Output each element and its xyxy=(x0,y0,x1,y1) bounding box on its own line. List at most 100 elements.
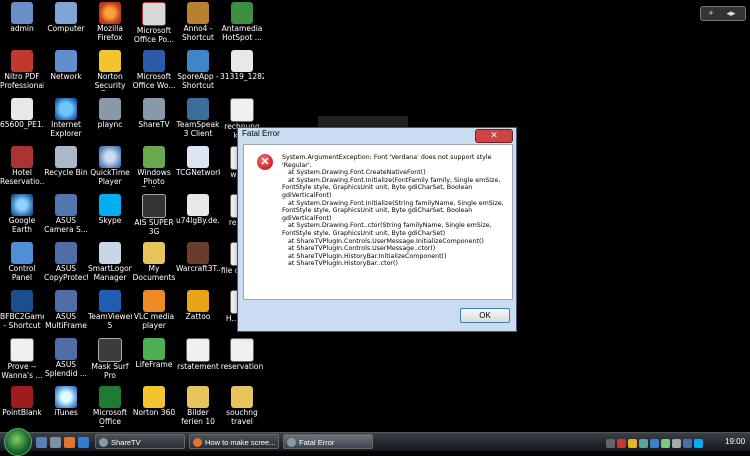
desktop-icon-label: ASUS Splendid ... xyxy=(44,361,88,378)
zattoo-icon xyxy=(187,290,209,312)
error-icon: ✕ xyxy=(257,154,273,170)
add-gadget-button[interactable]: + xyxy=(701,7,721,19)
document-icon xyxy=(11,98,33,120)
desktop-icon-zattoo[interactable]: Zattoo xyxy=(176,288,220,336)
desktop-icon-itunes[interactable]: iTunes xyxy=(44,384,88,432)
language-icon[interactable] xyxy=(683,439,692,449)
ok-button[interactable]: OK xyxy=(460,308,510,323)
desktop-icon-teamspeak[interactable]: TeamSpeak 3 Client xyxy=(176,96,220,144)
desktop-icon-norton360[interactable]: Norton 360 xyxy=(132,384,176,432)
desktop-icon-label: 31319_1282... xyxy=(220,73,264,81)
desktop-icon-lifeframe[interactable]: LifeFrame xyxy=(132,336,176,384)
norton-tray-icon[interactable] xyxy=(628,439,637,449)
gadget-nav-button[interactable]: ◂▸ xyxy=(721,7,741,19)
desktop-icon-tcgnetwork[interactable]: TCGNetwork xyxy=(176,144,220,192)
desktop-icon-file31319[interactable]: 31319_1282... xyxy=(220,48,264,96)
firefox-icon[interactable] xyxy=(64,437,75,448)
desktop-icon-reservation[interactable]: reservation xyxy=(220,336,264,384)
desktop-icon-label: Prove -- Wanna's ... xyxy=(1,363,43,380)
dialog-close-button[interactable]: ✕ xyxy=(475,129,513,143)
error-line: at ShareTVPlugIn.Controls.UserMessage.In… xyxy=(282,237,484,245)
desktop-icon-photo-gallery[interactable]: Windows Photo Galle... xyxy=(132,144,176,192)
ie-icon[interactable] xyxy=(78,437,89,448)
start-orb-button[interactable] xyxy=(4,428,32,456)
desktop-icon-label: Recycle Bin xyxy=(44,169,88,177)
desktop-icon-google-earth[interactable]: Google Earth xyxy=(0,192,44,240)
excel-icon xyxy=(99,386,121,408)
desktop-icon-spore[interactable]: SporeApp - Shortcut xyxy=(176,48,220,96)
desktop-icon-label: Control Panel xyxy=(8,265,36,282)
desktop-icon-recycle[interactable]: Recycle Bin xyxy=(44,144,88,192)
desktop-icon-file65600[interactable]: 65600_PE1... xyxy=(0,96,44,144)
desktop-icon-prove[interactable]: Prove -- Wanna's ... xyxy=(0,336,44,384)
asus-icon xyxy=(55,338,77,360)
desktop-icon-bilder[interactable]: Bilder ferien 10 xyxy=(176,384,220,432)
switch-windows-icon[interactable] xyxy=(50,437,61,448)
desktop-icon-label: souchng travel xyxy=(226,409,258,426)
taskbar-button-label: How to make scree... xyxy=(205,438,276,447)
desktop-icon-nitro[interactable]: Nitro PDF Professional xyxy=(0,48,44,96)
desktop-icon-asus-camera[interactable]: ASUS Camera S... xyxy=(44,192,88,240)
warcraft-icon xyxy=(187,242,209,264)
desktop-icon-mask-surf[interactable]: Mask Surf Pro xyxy=(88,336,132,384)
desktop-icon-computer[interactable]: Computer xyxy=(44,0,88,48)
desktop-icon-warcraft[interactable]: Warcraft3T... xyxy=(176,240,220,288)
desktop-icon-label: Hotel Reservatio... xyxy=(0,169,44,186)
user-folder-icon xyxy=(11,2,33,24)
desktop-icon-label: ShareTV xyxy=(138,121,170,129)
desktop-icon-antamedia[interactable]: Antamedia HotSpot ... xyxy=(220,0,264,48)
desktop-icon-asus-copy[interactable]: ASUS CopyProtect xyxy=(44,240,88,288)
desktop-icon-vlc[interactable]: VLC media player xyxy=(132,288,176,336)
desktop-icon-asus-splendid[interactable]: ASUS Splendid ... xyxy=(44,336,88,384)
desktop-icon-quicktime[interactable]: QuickTime Player xyxy=(88,144,132,192)
desktop-icon-ie[interactable]: Internet Explorer xyxy=(44,96,88,144)
taskbar: ShareTV How to make scree... Fatal Error 1… xyxy=(0,428,750,456)
desktop-icon-office-po[interactable]: Microsoft Office Po... xyxy=(132,0,176,48)
desktop-icon-plaync[interactable]: plaync xyxy=(88,96,132,144)
desktop-icon-ais-super[interactable]: AIS SUPER 3G xyxy=(132,192,176,240)
desktop-icon-anno4[interactable]: Anno4 - Shortcut xyxy=(176,0,220,48)
network-tray-icon[interactable] xyxy=(639,439,648,449)
spore-icon xyxy=(187,50,209,72)
desktop-icon-rstatement[interactable]: rstatement xyxy=(176,336,220,384)
power-icon[interactable] xyxy=(661,439,670,449)
desktop-icon-my-documents[interactable]: My Documents xyxy=(132,240,176,288)
desktop-icon-smartlogon[interactable]: SmartLogon Manager xyxy=(88,240,132,288)
sharetv-icon xyxy=(99,438,108,447)
desktop-icon-label: Bilder ferien 10 xyxy=(181,409,215,426)
desktop-icon-bfbc2[interactable]: BFBC2Game - Shortcut xyxy=(0,288,44,336)
desktop-icon-label: VLC media player xyxy=(133,313,175,330)
desktop-icon-teamviewer[interactable]: TeamViewer 5 xyxy=(88,288,132,336)
desktop-icon-souchng[interactable]: souchng travel xyxy=(220,384,264,432)
security-icon[interactable] xyxy=(617,439,626,449)
desktop-icon-hotel[interactable]: Hotel Reservatio... xyxy=(0,144,44,192)
document-icon xyxy=(230,98,254,122)
desktop-icon-office-wo[interactable]: Microsoft Office Wo... xyxy=(132,48,176,96)
desktop-icon-asus-multi[interactable]: ASUS MultiFrame xyxy=(44,288,88,336)
desktop-icon-pointblank[interactable]: PointBlank xyxy=(0,384,44,432)
desktop-icon-u74lg[interactable]: u74lgBy.de... xyxy=(176,192,220,240)
clock: 19:00 xyxy=(725,437,746,446)
desktop-icon-firefox[interactable]: Mozilla Firefox xyxy=(88,0,132,48)
desktop-icon-norton-scan[interactable]: Norton Security Scan xyxy=(88,48,132,96)
taskbar-button[interactable]: Fatal Error xyxy=(283,434,373,449)
volume-icon[interactable] xyxy=(672,439,681,449)
desktop-icon-skype[interactable]: Skype xyxy=(88,192,132,240)
camera-icon xyxy=(55,194,77,216)
desktop-icon-office-exc[interactable]: Microsoft Office Exc... xyxy=(88,384,132,432)
desktop-icon-label: Nitro PDF Professional xyxy=(0,73,44,90)
show-desktop-icon[interactable] xyxy=(36,437,47,448)
skype-tray-icon[interactable] xyxy=(694,439,703,449)
desktop-icon-sharetv[interactable]: ShareTV xyxy=(132,96,176,144)
tray-arrow-icon[interactable] xyxy=(606,439,615,449)
desktop-icon-network[interactable]: Network xyxy=(44,48,88,96)
desktop-icon-admin[interactable]: admin xyxy=(0,0,44,48)
asus-icon xyxy=(55,242,77,264)
update-icon[interactable] xyxy=(650,439,659,449)
taskbar-button[interactable]: How to make scree... xyxy=(189,434,279,449)
taskbar-button[interactable]: ShareTV xyxy=(95,434,185,449)
norton-icon xyxy=(99,50,121,72)
desktop-icon-label: Norton Security Scan xyxy=(94,73,126,91)
desktop-icon-control-panel[interactable]: Control Panel xyxy=(0,240,44,288)
desktop-icon-label: Anno4 - Shortcut xyxy=(182,25,214,42)
